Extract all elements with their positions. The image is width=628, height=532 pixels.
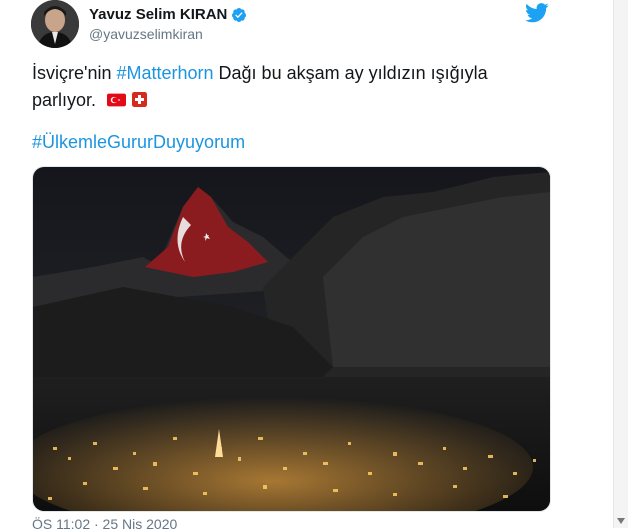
verified-badge-icon (232, 7, 247, 22)
author-name-row[interactable]: Yavuz Selim KIRAN (89, 6, 247, 23)
tweet-photo[interactable] (32, 166, 551, 512)
hashtag-ulkemlegururduyuyorum-link[interactable]: #ÜlkemleGururDuyuyorum (32, 132, 245, 153)
hashtag-matterhorn-link[interactable]: #Matterhorn (116, 63, 213, 83)
author-name[interactable]: Yavuz Selim KIRAN (89, 6, 227, 23)
author-handle[interactable]: @yavuzselimkiran (89, 26, 203, 42)
tweet-text: İsviçre'nin #Matterhorn Dağı bu akşam ay… (32, 60, 552, 114)
tweet-timestamp[interactable]: ÖS 11:02 · 25 Nis 2020 (32, 516, 177, 532)
tweet-text-part: İsviçre'nin (32, 63, 117, 83)
turkey-flag-icon (107, 93, 127, 107)
vertical-scrollbar[interactable] (613, 0, 628, 528)
switzerland-flag-icon (132, 92, 148, 107)
twitter-bird-icon[interactable] (525, 2, 549, 24)
scroll-down-arrow-icon[interactable] (616, 517, 626, 525)
tweet-card: Yavuz Selim KIRAN @yavuzselimkiran İsviç… (0, 0, 614, 532)
author-avatar[interactable] (31, 0, 79, 48)
